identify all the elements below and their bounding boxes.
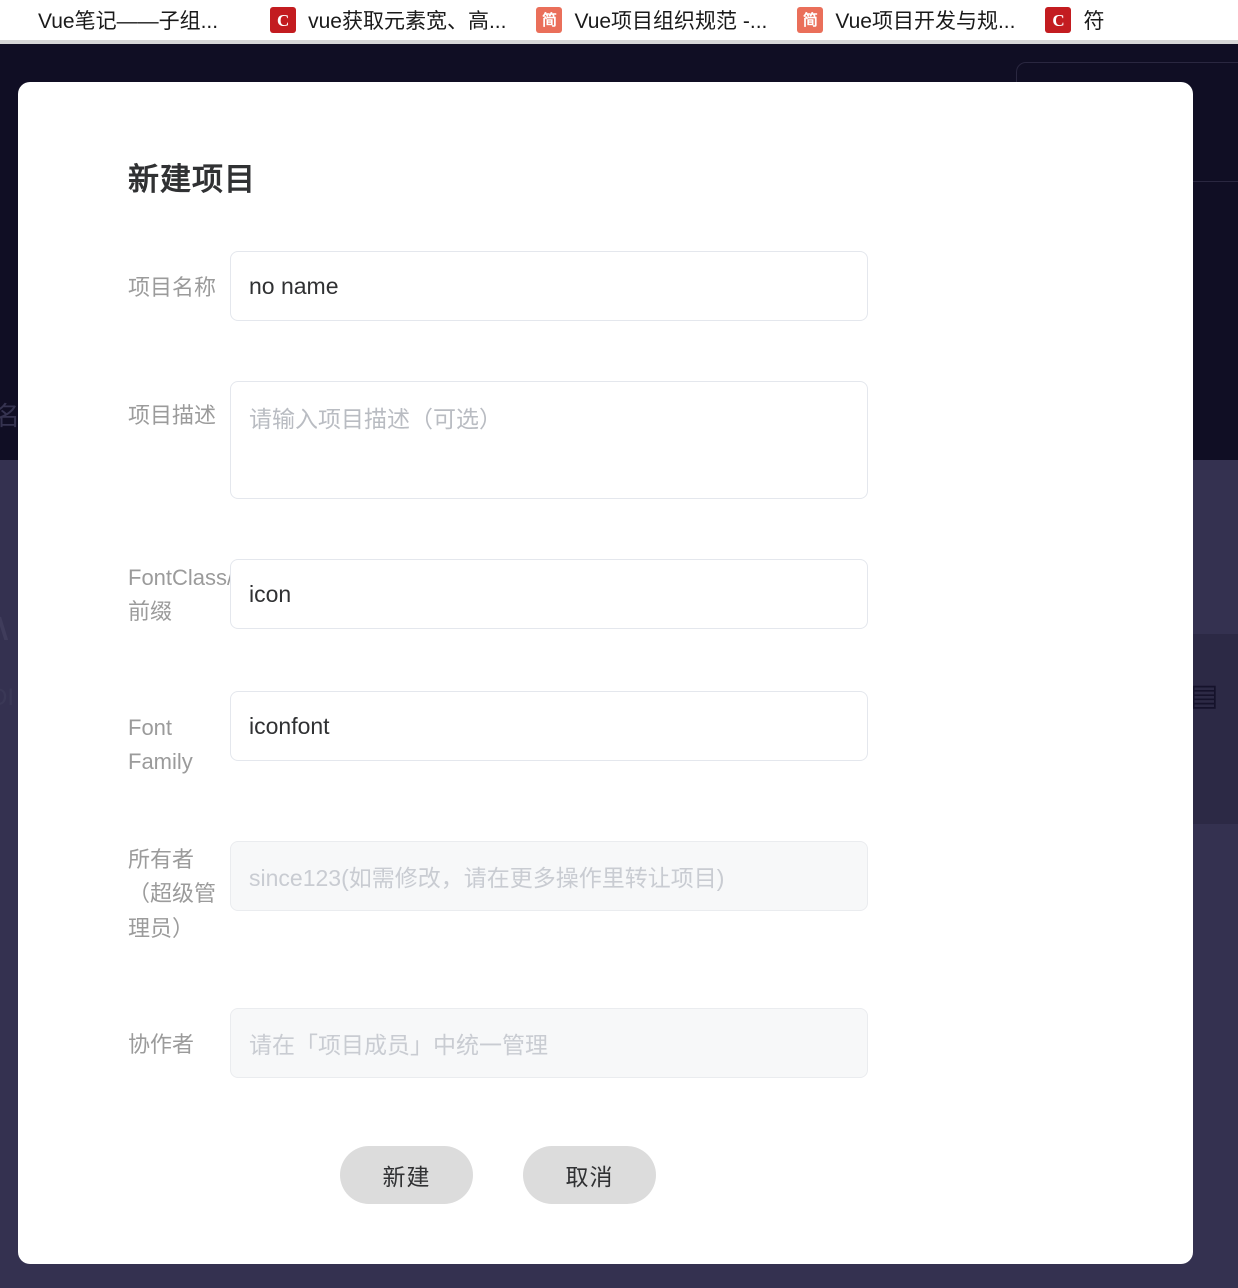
browser-tab-strip: Vue笔记——子组... C vue获取元素宽、高... 简 Vue项目组织规范… (0, 0, 1238, 40)
font-family-input[interactable]: iconfont (230, 691, 868, 762)
none-icon (0, 7, 26, 33)
browser-tab-title: vue获取元素宽、高... (308, 10, 507, 33)
browser-tab[interactable]: Vue笔记——子组... (0, 0, 232, 40)
field-project-name: no name (230, 251, 868, 321)
field-collaborators: 请在「项目成员」中统一管理 (230, 1007, 868, 1078)
project-name-input[interactable]: no name (230, 251, 868, 321)
form-row-collaborators: 协作者 请在「项目成员」中统一管理 (18, 1007, 1193, 1078)
create-button[interactable]: 新建 (340, 1145, 473, 1204)
background-text: DI (0, 684, 14, 711)
browser-tab-title: 符 (1083, 10, 1105, 33)
field-project-description: 请输入项目描述（可选） (230, 381, 868, 499)
dialog-actions: 新建 取消 (340, 1145, 1193, 1204)
jianshu-icon: 简 (797, 7, 824, 33)
label-project-description: 项目描述 (128, 403, 217, 428)
project-description-textarea[interactable]: 请输入项目描述（可选） (230, 381, 868, 499)
csdn-icon: C (1045, 7, 1072, 33)
label-owner: 所有者（超级管理员） (128, 847, 217, 941)
browser-tab[interactable]: 简 Vue项目开发与规... (781, 0, 1029, 40)
form-row-project-name: 项目名称 no name (18, 251, 1193, 321)
owner-input: since123(如需修改，请在更多操作里转让项目) (230, 841, 868, 912)
field-fontclass-prefix: icon (230, 559, 868, 629)
field-owner: since123(如需修改，请在更多操作里转让项目) (230, 841, 868, 912)
jianshu-icon: 简 (536, 7, 563, 33)
label-font-family: Font Family (128, 715, 193, 775)
grid-icon: ▤ (1190, 679, 1219, 712)
browser-tab[interactable]: 简 Vue项目组织规范 -... (520, 0, 781, 40)
browser-tab[interactable]: C 符 (1029, 0, 1118, 40)
csdn-icon: C (270, 7, 297, 33)
browser-tab-title: Vue项目开发与规... (835, 10, 1016, 33)
form-row-project-description: 项目描述 请输入项目描述（可选） (18, 381, 1193, 499)
new-project-dialog: 新建项目 项目名称 no name 项目描述 请输入项目描述（可选） FontC… (18, 82, 1193, 1264)
fontclass-prefix-input[interactable]: icon (230, 559, 868, 629)
form-row-fontclass-prefix: FontClass/Symbol 前缀 icon (18, 559, 1193, 629)
dialog-title: 新建项目 (128, 162, 256, 197)
form-row-font-family: Font Family iconfont (18, 691, 1193, 779)
collaborators-input: 请在「项目成员」中统一管理 (230, 1007, 868, 1078)
label-collaborators: 协作者 (128, 1031, 195, 1057)
browser-tab-title: Vue笔记——子组... (38, 10, 219, 33)
background-text: ∧ (0, 604, 13, 650)
cancel-button[interactable]: 取消 (523, 1145, 656, 1204)
new-project-form: 项目名称 no name 项目描述 请输入项目描述（可选） FontClass/… (18, 251, 1193, 1204)
form-row-owner: 所有者（超级管理员） since123(如需修改，请在更多操作里转让项目) (18, 841, 1193, 945)
label-fontclass-prefix: FontClass/Symbol 前缀 (128, 565, 307, 625)
field-font-family: iconfont (230, 691, 868, 762)
browser-tab[interactable]: C vue获取元素宽、高... (232, 0, 520, 40)
label-project-name: 项目名称 (128, 275, 217, 300)
background-text: 名 (0, 401, 21, 431)
browser-tab-title: Vue项目组织规范 -... (574, 10, 768, 33)
